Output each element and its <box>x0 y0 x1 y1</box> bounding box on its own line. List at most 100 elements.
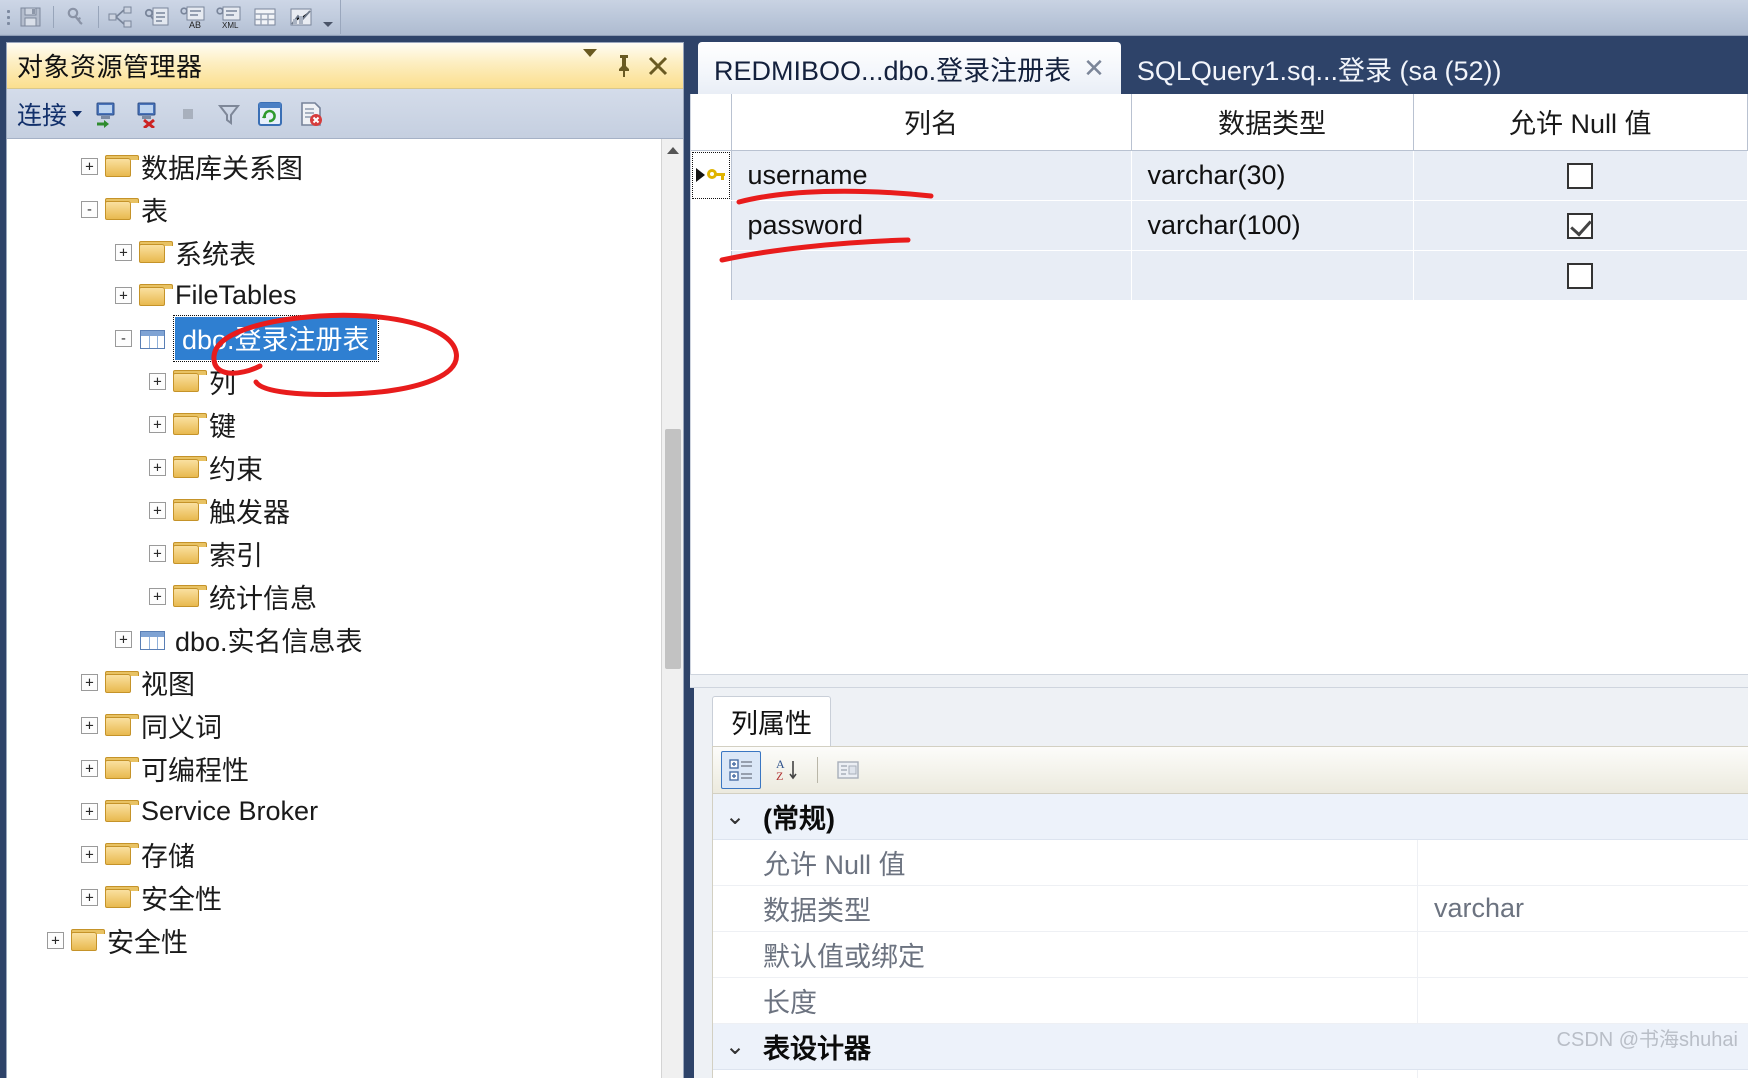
toolbar-overflow-chevron-icon[interactable] <box>320 2 336 32</box>
row-selector-cell[interactable] <box>691 150 732 201</box>
column-header-name[interactable]: 列名 <box>731 94 1132 151</box>
collapse-node-icon[interactable]: - <box>81 201 98 218</box>
window-dropdown-icon[interactable] <box>573 49 607 83</box>
category-collapse-icon[interactable]: ⌄ <box>713 1034 757 1059</box>
expand-node-icon[interactable]: + <box>149 545 166 562</box>
stop-icon[interactable] <box>171 97 205 131</box>
cell-data-type[interactable]: varchar(30) <box>1131 150 1414 201</box>
save-icon[interactable] <box>14 2 48 32</box>
tab-column-properties[interactable]: 列属性 <box>712 696 831 746</box>
property-value[interactable]: 数据库默认设置 <box>1417 1070 1748 1078</box>
cell-column-name[interactable]: password <box>731 200 1132 251</box>
tree-node[interactable]: + 索引 <box>7 532 683 575</box>
expand-node-icon[interactable]: + <box>81 760 98 777</box>
disconnect-server-icon[interactable] <box>130 97 164 131</box>
tree-node[interactable]: + 约束 <box>7 446 683 489</box>
manage-indexes-icon[interactable] <box>140 2 174 32</box>
cell-column-name[interactable]: username <box>731 150 1132 201</box>
table-row[interactable] <box>691 250 1748 301</box>
tree-node[interactable]: + 系统表 <box>7 231 683 274</box>
tree-node[interactable]: + FileTables <box>7 274 683 317</box>
table-row[interactable]: password varchar(100) <box>691 200 1748 251</box>
expand-node-icon[interactable]: + <box>81 846 98 863</box>
expand-node-icon[interactable]: + <box>149 416 166 433</box>
primary-key-icon[interactable] <box>59 2 93 32</box>
column-header-allownull[interactable]: 允许 Null 值 <box>1413 94 1748 151</box>
expand-node-icon[interactable]: + <box>115 631 132 648</box>
tree-node[interactable]: + 视图 <box>7 661 683 704</box>
allow-null-checkbox[interactable] <box>1567 213 1594 240</box>
tree-node[interactable]: + Service Broker <box>7 790 683 833</box>
connect-server-icon[interactable] <box>89 97 123 131</box>
allow-null-checkbox[interactable] <box>1567 263 1594 290</box>
tree-node[interactable]: + dbo.实名信息表 <box>7 618 683 661</box>
refresh-icon[interactable] <box>253 97 287 131</box>
tree-vertical-scrollbar[interactable] <box>661 139 683 1078</box>
cell-allow-null[interactable] <box>1413 150 1748 201</box>
categorized-sort-icon[interactable] <box>721 751 761 789</box>
tree-node[interactable]: + 键 <box>7 403 683 446</box>
check-constraints-icon[interactable]: AB <box>176 2 210 32</box>
property-row[interactable]: 数据类型 varchar <box>713 886 1748 932</box>
cell-allow-null[interactable] <box>1413 200 1748 251</box>
toolbar-drag-handle[interactable] <box>4 5 12 29</box>
table-row[interactable]: username varchar(30) <box>691 150 1748 201</box>
allow-null-checkbox[interactable] <box>1567 163 1594 190</box>
horizontal-splitter[interactable] <box>690 674 1748 688</box>
tree-node[interactable]: + 可编程性 <box>7 747 683 790</box>
scrollbar-thumb[interactable] <box>665 429 681 669</box>
tree-node[interactable]: + 安全性 <box>7 876 683 919</box>
filter-icon[interactable] <box>212 97 246 131</box>
property-value[interactable] <box>1417 978 1748 1023</box>
row-selector-cell[interactable] <box>691 200 732 251</box>
cell-column-name[interactable] <box>731 250 1132 301</box>
close-icon[interactable] <box>641 49 675 83</box>
relationships-icon[interactable] <box>104 2 138 32</box>
property-pages-icon[interactable] <box>828 751 868 789</box>
tree-node[interactable]: - dbo.登录注册表 <box>7 315 683 362</box>
cell-data-type[interactable]: varchar(100) <box>1131 200 1414 251</box>
auto-hide-pin-icon[interactable] <box>607 49 641 83</box>
category-collapse-icon[interactable]: ⌄ <box>713 804 757 829</box>
tree-node[interactable]: + 触发器 <box>7 489 683 532</box>
expand-node-icon[interactable]: + <box>115 287 132 304</box>
expand-node-icon[interactable]: + <box>81 674 98 691</box>
property-value[interactable] <box>1417 794 1748 839</box>
fulltext-index-icon[interactable] <box>248 2 282 32</box>
expand-node-icon[interactable]: + <box>149 588 166 605</box>
table-designer-grid[interactable]: 列名 数据类型 允许 Null 值 username varchar(30) pas… <box>690 94 1748 549</box>
expand-node-icon[interactable]: + <box>81 803 98 820</box>
tree-node[interactable]: + 同义词 <box>7 704 683 747</box>
tree-node[interactable]: + 数据库关系图 <box>7 145 683 188</box>
connect-button[interactable]: 连接 <box>17 96 83 132</box>
cell-data-type[interactable] <box>1131 250 1414 301</box>
property-row[interactable]: 允许 Null 值 <box>713 840 1748 886</box>
row-selector-cell[interactable] <box>691 250 732 301</box>
expand-node-icon[interactable]: + <box>47 932 64 949</box>
tab-table-designer[interactable]: REDMIBOO...dbo.登录注册表 ✕ <box>698 42 1121 94</box>
expand-node-icon[interactable]: + <box>149 373 166 390</box>
alphabetical-sort-icon[interactable]: A Z <box>767 751 807 789</box>
property-value[interactable] <box>1417 932 1748 977</box>
property-row[interactable]: 排序规则数据库默认设置 <box>713 1070 1748 1078</box>
property-category-row[interactable]: ⌄ (常规) <box>713 794 1748 840</box>
xml-indexes-icon[interactable]: XML <box>212 2 246 32</box>
tree-node[interactable]: + 安全性 <box>7 919 683 962</box>
scroll-up-arrow-icon[interactable] <box>662 139 683 161</box>
partitions-icon[interactable] <box>284 2 318 32</box>
property-row[interactable]: 长度 <box>713 978 1748 1024</box>
property-value[interactable] <box>1417 840 1748 885</box>
property-value[interactable]: varchar <box>1417 886 1748 931</box>
close-icon[interactable]: ✕ <box>1083 53 1105 84</box>
property-row[interactable]: 默认值或绑定 <box>713 932 1748 978</box>
column-header-datatype[interactable]: 数据类型 <box>1131 94 1414 151</box>
tree-node[interactable]: + 存储 <box>7 833 683 876</box>
cell-allow-null[interactable] <box>1413 250 1748 301</box>
tree-node[interactable]: -表 <box>7 188 683 231</box>
tab-sql-query[interactable]: SQLQuery1.sq...登录 (sa (52)) <box>1121 42 1518 94</box>
expand-node-icon[interactable]: + <box>81 717 98 734</box>
expand-node-icon[interactable]: + <box>149 502 166 519</box>
tree-node[interactable]: + 列 <box>7 360 683 403</box>
tree-node[interactable]: + 统计信息 <box>7 575 683 618</box>
expand-node-icon[interactable]: + <box>149 459 166 476</box>
